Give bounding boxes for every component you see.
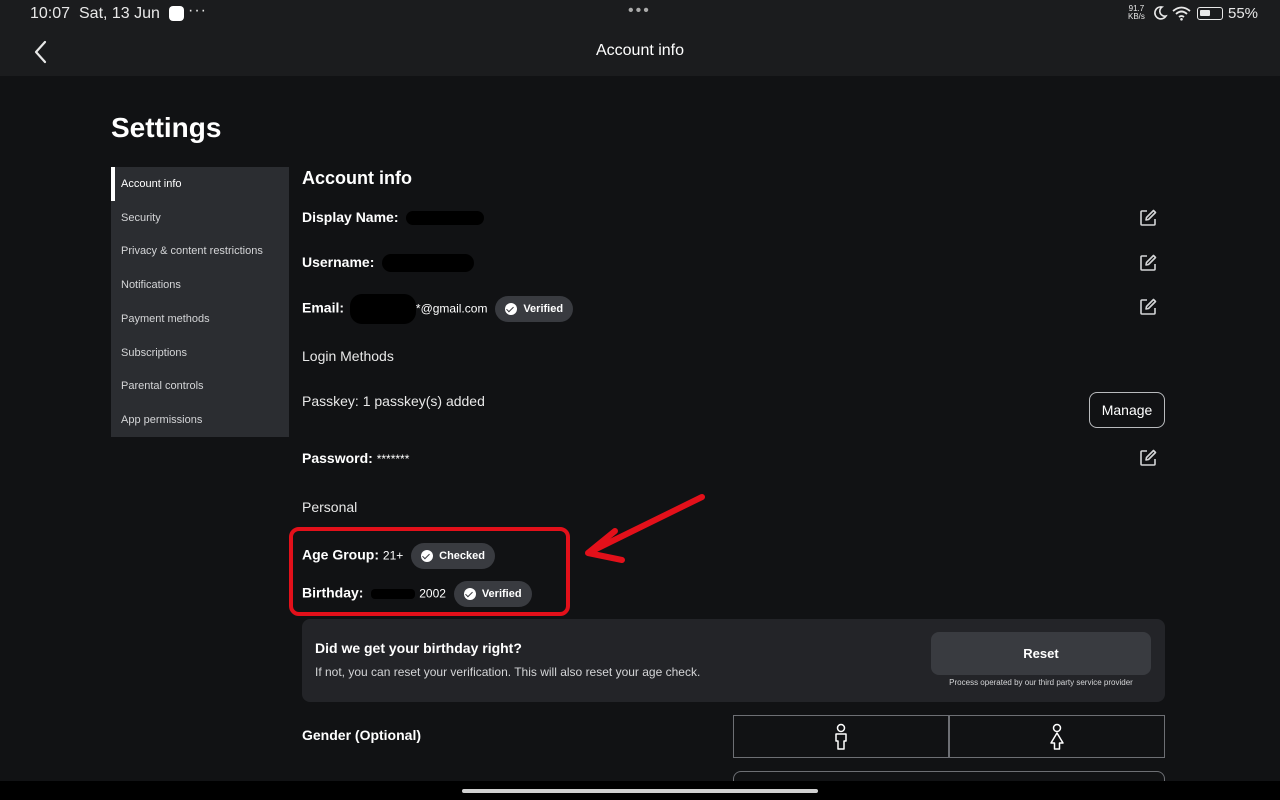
third-party-note: Process operated by our third party serv…: [949, 678, 1133, 687]
male-figure-icon: [835, 723, 847, 750]
email-row: Email: *@gmail.com Verified: [302, 294, 574, 324]
birthday-reset-description: If not, you can reset your verification.…: [315, 665, 701, 679]
email-redacted: [349, 294, 416, 324]
highlight-box: [289, 527, 570, 616]
gender-female-option[interactable]: [949, 715, 1165, 758]
display-name-row: Display Name:: [302, 209, 485, 226]
wifi-icon: [1172, 6, 1191, 21]
username-redacted: [382, 254, 475, 273]
birthday-question: Did we get your birthday right?: [315, 640, 522, 656]
battery-percent: 55%: [1228, 5, 1259, 22]
battery-icon: [1197, 7, 1223, 20]
sidebar-item-payment-methods[interactable]: Payment methods: [111, 302, 289, 336]
sidebar-item-parental-controls[interactable]: Parental controls: [111, 370, 289, 404]
page-title: Settings: [111, 112, 222, 143]
sidebar-item-security[interactable]: Security: [111, 201, 289, 235]
password-value: *******: [376, 452, 410, 466]
edit-email-icon[interactable]: [1138, 297, 1158, 317]
sidebar-item-account-info[interactable]: Account info: [111, 167, 289, 201]
passkey-status: Passkey: 1 passkey(s) added: [302, 393, 485, 409]
status-date: Sat, 13 Jun: [79, 5, 160, 22]
birthday-reset-card: Did we get your birthday right? If not, …: [302, 619, 1165, 702]
password-row: Password: *******: [302, 450, 409, 466]
login-methods-heading: Login Methods: [302, 348, 394, 364]
manage-passkey-button[interactable]: Manage: [1089, 392, 1165, 428]
sidebar-item-app-permissions[interactable]: App permissions: [111, 403, 289, 437]
sidebar-item-privacy[interactable]: Privacy & content restrictions: [111, 235, 289, 269]
email-verified-badge: Verified: [495, 296, 574, 322]
display-name-label: Display Name:: [302, 209, 399, 225]
password-label: Password:: [302, 450, 373, 466]
edit-username-icon[interactable]: [1138, 253, 1158, 273]
check-circle-icon: [505, 303, 518, 315]
reset-verification-button[interactable]: Reset: [931, 632, 1151, 675]
username-row: Username:: [302, 254, 475, 273]
gender-label: Gender (Optional): [302, 727, 421, 743]
female-figure-icon: [1050, 723, 1064, 750]
notification-app-icon: [169, 6, 184, 21]
more-notifications-icon: ···: [188, 2, 207, 19]
system-nav-bar: [0, 781, 1280, 800]
email-label: Email:: [302, 299, 345, 316]
sidebar-item-notifications[interactable]: Notifications: [111, 268, 289, 302]
section-title: Account info: [302, 168, 412, 188]
edit-display-name-icon[interactable]: [1138, 208, 1158, 228]
home-gesture-handle[interactable]: [462, 789, 818, 793]
email-verified-text: Verified: [523, 303, 564, 315]
settings-sidebar: Account info Security Privacy & content …: [111, 167, 289, 437]
username-label: Username:: [302, 254, 375, 270]
sidebar-item-subscriptions[interactable]: Subscriptions: [111, 336, 289, 370]
display-name-redacted: [406, 211, 485, 226]
status-time: 10:07: [30, 5, 71, 22]
personal-heading: Personal: [302, 499, 358, 515]
red-arrow-annotation: [585, 494, 705, 563]
gender-male-option[interactable]: [733, 715, 949, 758]
battery-fill: [1200, 10, 1211, 16]
edit-password-icon[interactable]: [1138, 448, 1158, 468]
email-domain: *@gmail.com: [415, 301, 488, 316]
